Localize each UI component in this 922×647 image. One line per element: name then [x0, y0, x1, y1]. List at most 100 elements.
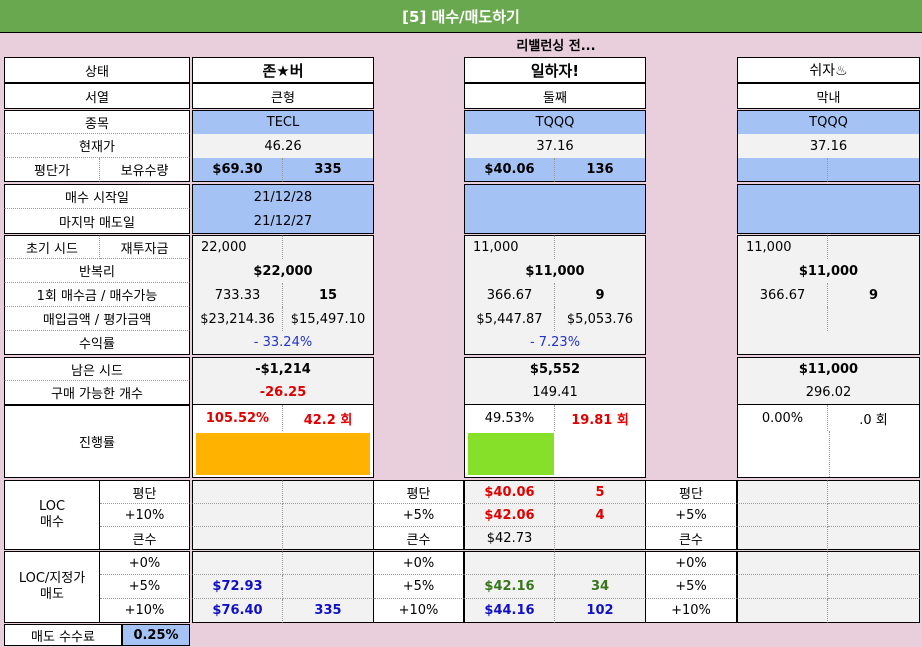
account3-loc-cell	[737, 480, 828, 504]
account1-buyable-n: 15	[283, 283, 374, 307]
account1-sell-cell	[192, 551, 283, 575]
account3-qty[interactable]	[828, 158, 920, 182]
account2-loc-plus5-qty: 4	[555, 504, 646, 527]
account1-ticker[interactable]: TECL	[192, 110, 374, 134]
account2-avg[interactable]: $40.06	[464, 158, 555, 182]
account2-remaining: $5,552	[464, 357, 646, 381]
account2-compound: $11,000	[464, 259, 646, 283]
account2-loc-big: $42.73	[464, 527, 555, 550]
account1-loc-cell	[283, 480, 374, 504]
account2-seed[interactable]: 11,000	[464, 235, 555, 259]
account2-buy-start[interactable]	[464, 184, 646, 209]
label-price: 현재가	[4, 134, 190, 158]
label-last-sell: 마지막 매도일	[4, 209, 190, 234]
account1-buyable-count: -26.25	[192, 381, 374, 405]
account3-sell-cell	[737, 551, 828, 575]
account2-reinvest[interactable]	[555, 235, 646, 259]
label-qty: 보유수량	[100, 158, 190, 182]
label-buyable-count: 구매 가능한 개수	[4, 381, 190, 405]
account3-last-sell[interactable]	[737, 209, 920, 234]
account3-loc-cell	[737, 504, 828, 527]
label-buy-start: 매수 시작일	[4, 184, 190, 209]
account1-sell-plus5: $72.93	[192, 575, 283, 599]
account3-sell-row-plus0: +0%	[646, 551, 737, 575]
account2-eval-amount: $5,053.76	[555, 307, 646, 331]
account1-last-sell[interactable]: 21/12/27	[192, 209, 374, 234]
account1-per-buy: 733.33	[192, 283, 283, 307]
account2-per-buy: 366.67	[464, 283, 555, 307]
label-state: 상태	[4, 57, 190, 83]
account2-ticker[interactable]: TQQQ	[464, 110, 646, 134]
account3-loc-row-big: 큰수	[646, 527, 737, 550]
account2-loc-row-plus5: +5%	[374, 504, 464, 527]
account1-progress-bar	[196, 433, 370, 475]
account2-buy-amount: $5,447.87	[464, 307, 555, 331]
sell-row-plus5: +5%	[100, 575, 190, 599]
account2-sell-plus10-qty: 102	[555, 599, 646, 623]
account3-name[interactable]: 쉬자♨	[737, 57, 920, 83]
account1-avg[interactable]: $69.30	[192, 158, 283, 182]
account2-buyable-count: 149.41	[464, 381, 646, 405]
account2-progress-bar	[468, 433, 555, 475]
account1-progress-pct: 105.52%	[192, 405, 283, 431]
account1-price: 46.26	[192, 134, 374, 158]
account1-reinvest[interactable]	[283, 235, 374, 259]
sell-fee-value[interactable]: 0.25%	[122, 624, 190, 646]
sell-row-plus0: +0%	[100, 551, 190, 575]
rebalance-status: 리밸런싱 전...	[516, 39, 596, 54]
account2-sell-plus10: $44.16	[464, 599, 555, 623]
account1-qty[interactable]: 335	[283, 158, 374, 182]
account1-loc-cell	[283, 504, 374, 527]
account1-progress-track	[192, 431, 374, 478]
account2-name[interactable]: 일하자!	[464, 57, 646, 83]
account3-ticker[interactable]: TQQQ	[737, 110, 920, 134]
account2-progress-track	[464, 431, 646, 478]
account3-avg[interactable]	[737, 158, 828, 182]
label-avg-price: 평단가	[4, 158, 100, 182]
account3-profit	[737, 331, 920, 355]
account3-reinvest[interactable]	[828, 235, 920, 259]
account3-sell-cell	[828, 575, 920, 599]
account3-buyable-n: 9	[828, 283, 920, 307]
loc-row-big: 큰수	[100, 527, 190, 550]
account1-sell-plus10-qty: 335	[283, 599, 374, 623]
account1-sell-plus10: $76.40	[192, 599, 283, 623]
label-loc-sell: LOC/지정가 매도	[4, 551, 100, 623]
account1-remaining: -$1,214	[192, 357, 374, 381]
account3-progress-track	[737, 431, 920, 478]
account2-sell-row-plus5: +5%	[374, 575, 464, 599]
account1-rounds: 42.2 회	[283, 405, 374, 431]
account2-last-sell[interactable]	[464, 209, 646, 234]
label-progress: 진행률	[4, 405, 190, 478]
label-buy-eval: 매입금액 / 평가금액	[4, 307, 190, 331]
account1-sell-cell	[283, 551, 374, 575]
account3-loc-row-plus5: +5%	[646, 504, 737, 527]
account2-loc-avg: $40.06	[464, 480, 555, 504]
account2-loc-cell	[555, 527, 646, 550]
account3-buy-amount	[737, 307, 828, 331]
label-initial-seed: 초기 시드	[4, 235, 100, 259]
account3-rank[interactable]: 막내	[737, 83, 920, 109]
account3-rounds: .0 회	[828, 405, 920, 431]
account1-loc-cell	[283, 527, 374, 550]
account2-sell-plus5: $42.16	[464, 575, 555, 599]
account1-rank[interactable]: 큰형	[192, 83, 374, 109]
account1-loc-cell	[192, 504, 283, 527]
account1-loc-cell	[192, 480, 283, 504]
label-order: 서열	[4, 83, 190, 109]
account3-progress-pct: 0.00%	[737, 405, 828, 431]
account1-compound: $22,000	[192, 259, 374, 283]
label-reinvest: 재투자금	[100, 235, 190, 259]
account1-seed[interactable]: 22,000	[192, 235, 283, 259]
account2-buyable-n: 9	[555, 283, 646, 307]
account3-remaining: $11,000	[737, 357, 920, 381]
account3-buy-start[interactable]	[737, 184, 920, 209]
account2-loc-plus5: $42.06	[464, 504, 555, 527]
account2-qty[interactable]: 136	[555, 158, 646, 182]
account2-loc-row-big: 큰수	[374, 527, 464, 550]
account3-sell-cell	[737, 575, 828, 599]
account1-name[interactable]: 존★버	[192, 57, 374, 83]
account2-rank[interactable]: 둘째	[464, 83, 646, 109]
account3-seed[interactable]: 11,000	[737, 235, 828, 259]
account1-buy-start[interactable]: 21/12/28	[192, 184, 374, 209]
